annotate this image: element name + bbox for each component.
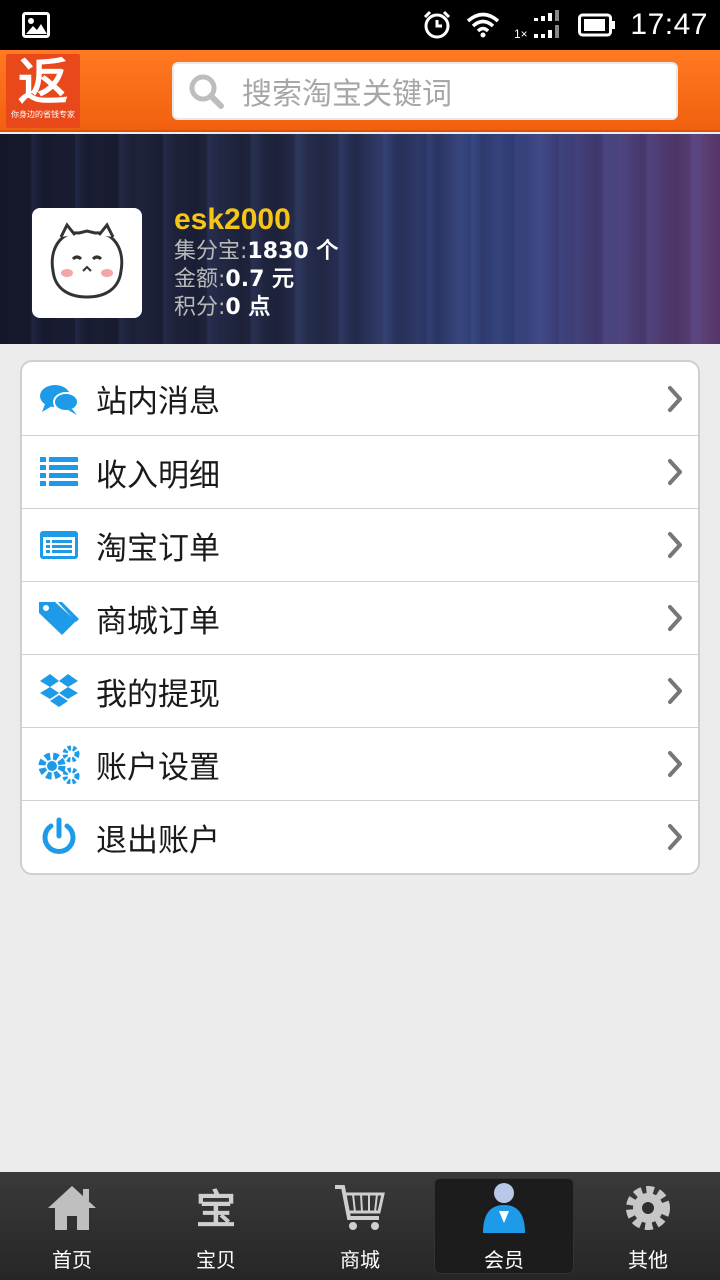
nav-item-baobei[interactable]: 宝 宝贝: [144, 1172, 288, 1280]
alarm-icon: [422, 10, 452, 40]
menu-item-account-settings[interactable]: 账户设置: [22, 727, 698, 800]
menu-label: 站内消息: [96, 384, 220, 420]
menu-label: 淘宝订单: [96, 530, 220, 567]
menu-item-withdraw[interactable]: 我的提现: [22, 654, 698, 727]
signal-icon: 1×: [514, 8, 564, 42]
app-logo[interactable]: 返 你身边的省钱专家: [6, 54, 80, 128]
menu-item-logout[interactable]: 退出账户: [22, 800, 698, 873]
username: esk2000: [174, 203, 291, 236]
nav-item-home[interactable]: 首页: [0, 1172, 144, 1280]
app-header: 返 你身边的省钱专家 搜索淘宝关键词: [0, 50, 720, 132]
chevron-right-icon: [664, 676, 686, 706]
chevron-right-icon: [664, 822, 686, 852]
wifi-icon: [466, 12, 500, 38]
jifenbao-row: 集分宝:1830 个: [174, 238, 338, 266]
menu-item-taobao-orders[interactable]: 淘宝订单: [22, 508, 698, 581]
nav-label: 宝贝: [196, 1248, 236, 1272]
order-card-icon: [38, 524, 80, 566]
search-input[interactable]: 搜索淘宝关键词: [172, 62, 678, 120]
menu-label: 退出账户: [96, 822, 220, 859]
menu-item-income[interactable]: 收入明细: [22, 435, 698, 508]
nav-item-other[interactable]: 其他: [576, 1172, 720, 1280]
avatar[interactable]: [32, 208, 142, 318]
menu-label: 账户设置: [96, 749, 220, 786]
cart-icon: [332, 1180, 388, 1236]
chevron-right-icon: [664, 384, 686, 414]
nav-label: 首页: [52, 1248, 92, 1272]
image-notification-icon: [22, 12, 50, 38]
logo-slogan: 你身边的省钱专家: [11, 110, 75, 119]
bottom-nav: 首页 宝 宝贝 商城 会员 其他: [0, 1172, 720, 1280]
dropbox-icon: [38, 670, 80, 712]
nav-label: 会员: [484, 1248, 524, 1272]
gear-icon: [620, 1180, 676, 1236]
amount-value: 0.7 元: [225, 267, 295, 292]
status-time: 17:47: [630, 8, 708, 41]
tags-icon: [38, 597, 80, 639]
home-icon: [44, 1180, 100, 1236]
member-menu: 站内消息 收入明细 淘宝订单 商城订单 我的提现 账户设置 退出账户: [20, 360, 700, 875]
list-icon: [38, 451, 80, 493]
gears-icon: [38, 743, 80, 785]
search-placeholder: 搜索淘宝关键词: [242, 77, 452, 112]
jifenbao-label: 集分宝:: [174, 239, 248, 264]
status-bar: 1× 17:47: [0, 0, 720, 50]
points-value: 0 点: [225, 295, 271, 320]
nav-item-member[interactable]: 会员: [432, 1172, 576, 1280]
chat-bubbles-icon: [38, 378, 80, 420]
nav-label: 其他: [628, 1248, 668, 1272]
profile-info: esk2000 集分宝:1830 个 金额:0.7 元 积分:0 点: [174, 202, 338, 322]
chevron-right-icon: [664, 749, 686, 779]
menu-label: 商城订单: [96, 603, 220, 640]
power-icon: [38, 816, 80, 858]
member-icon: [476, 1180, 532, 1236]
logo-char: 返: [18, 53, 68, 111]
svg-text:宝: 宝: [196, 1187, 236, 1233]
nav-label: 商城: [340, 1248, 380, 1272]
menu-item-mall-orders[interactable]: 商城订单: [22, 581, 698, 654]
profile-banner: esk2000 集分宝:1830 个 金额:0.7 元 积分:0 点: [0, 134, 720, 344]
battery-icon: [578, 13, 616, 37]
chevron-right-icon: [664, 603, 686, 633]
points-row: 积分:0 点: [174, 294, 338, 322]
amount-row: 金额:0.7 元: [174, 266, 338, 294]
points-label: 积分:: [174, 295, 226, 320]
nav-item-mall[interactable]: 商城: [288, 1172, 432, 1280]
bao-icon: 宝: [188, 1180, 244, 1236]
menu-item-messages[interactable]: 站内消息: [22, 362, 698, 435]
jifenbao-value: 1830 个: [247, 239, 339, 264]
amount-label: 金额:: [174, 267, 226, 292]
menu-label: 我的提现: [96, 676, 220, 713]
search-icon: [186, 71, 226, 111]
svg-text:1×: 1×: [514, 27, 528, 41]
chevron-right-icon: [664, 530, 686, 560]
chevron-right-icon: [664, 457, 686, 487]
menu-label: 收入明细: [96, 457, 220, 494]
